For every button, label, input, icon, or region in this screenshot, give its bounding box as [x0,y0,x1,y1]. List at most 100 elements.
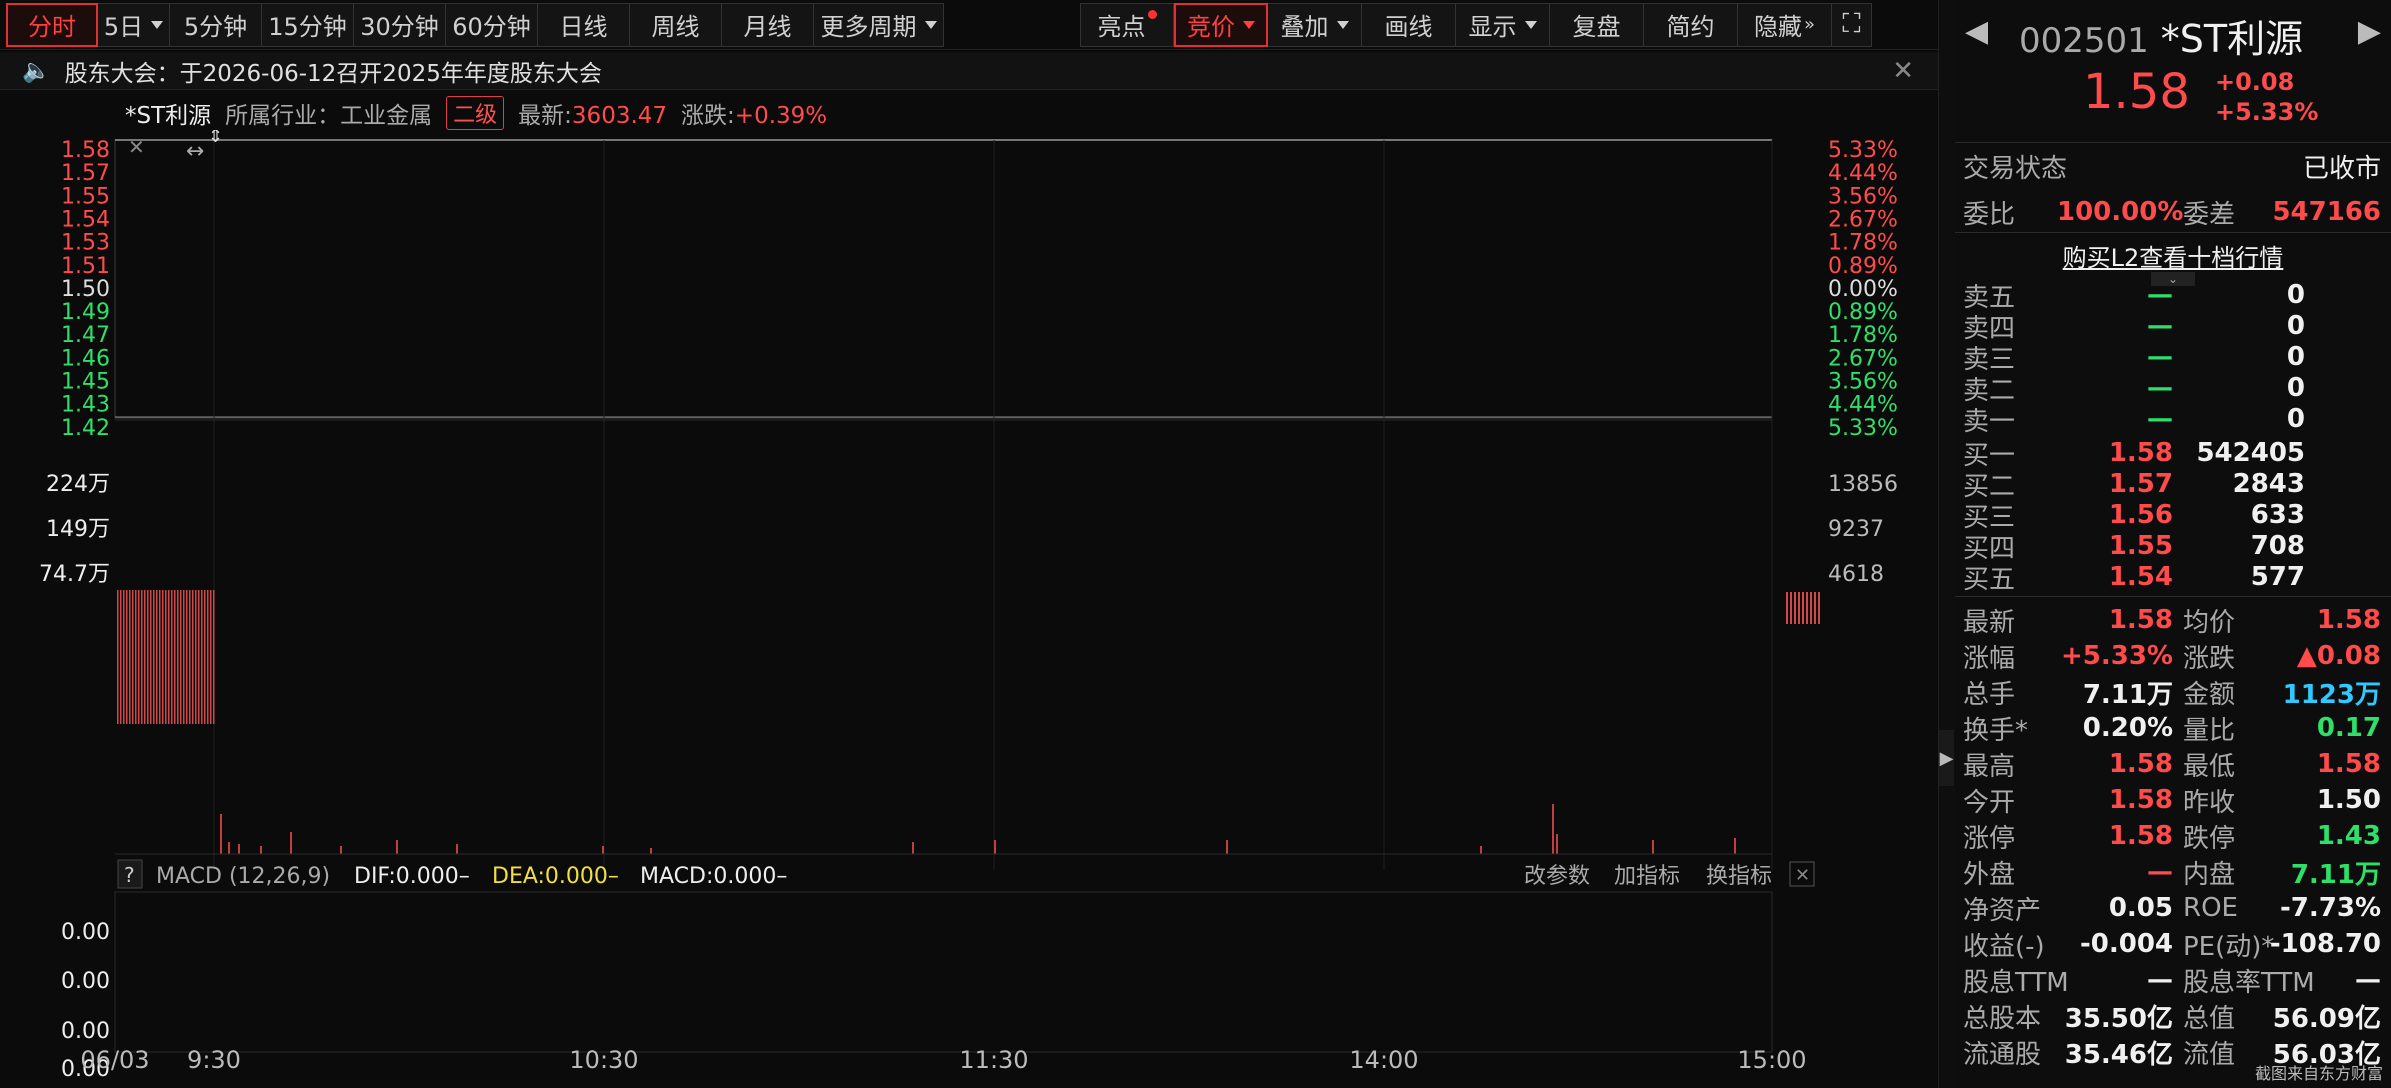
volume-bar [456,844,458,854]
hide-button[interactable]: 隐藏» [1738,2,1832,47]
weicha-value: 547166 [2272,197,2381,227]
auction-volume-bar [150,590,152,724]
stat-value: 7.11万 [2290,859,2381,890]
add-indicator-link[interactable]: 加指标 [1614,864,1680,889]
macd-params-link[interactable]: 改参数 [1524,864,1590,889]
volume-bar [650,848,652,854]
tab-label: 15分钟 [268,13,347,41]
tab-30min[interactable]: 30分钟 [354,2,446,47]
stat-label: 总股本 [1963,1003,2042,1034]
volume-tick-label: 224万 [46,472,110,497]
stat-row: 涨幅 +5.33% 涨跌 ▲0.08 [1955,640,2391,674]
macd-value: MACD:0.000– [640,864,787,889]
ask-row[interactable]: 卖一 — 0 [1955,404,2391,437]
chevron-down-icon [151,20,164,29]
bid-row[interactable]: 买五 1.54 577 [1955,562,2391,595]
price-tick-label: 1.47 [61,323,110,348]
divider [1955,142,2391,143]
stat-label: 最新 [1963,607,2016,638]
industry-value[interactable]: 工业金属 [340,103,432,129]
tab-5min[interactable]: 5分钟 [170,2,262,47]
ask-row[interactable]: 卖五 —0 [1955,280,2391,313]
tab-weekly[interactable]: 周线 [630,2,722,47]
ask-row[interactable]: 卖三 —0 [1955,342,2391,375]
l2-upgrade-link[interactable]: 购买L2查看十档行情 [1955,238,2391,273]
auction-volume-bar [180,590,182,724]
tab-60min[interactable]: 60分钟 [446,2,538,47]
macd-title[interactable]: MACD (12,26,9) [156,864,330,889]
next-stock-icon[interactable]: ▶ [2358,14,2381,49]
volume-axis-right: 13856 9237 4618 [1828,472,1898,587]
stat-label: 最高 [1963,751,2016,782]
bid-row[interactable]: 买四 1.55 708 [1955,531,2391,564]
stat-label: 涨停 [1963,823,2016,854]
ask-row[interactable]: 卖二 —0 [1955,373,2391,406]
stat-label: 股息TTM [1963,967,2069,998]
order-price: — [2147,311,2173,341]
time-axis: 06/03 9:30 10:30 11:30 14:00 15:00 [80,1046,1806,1074]
tab-label: 月线 [743,13,792,41]
stock-name: *ST利源 [2160,17,2304,61]
speaker-icon: 🔈 [22,58,51,84]
tab-intraday[interactable]: 分时 [6,2,98,47]
notification-dot [1147,10,1157,19]
change-label: 涨跌: [681,103,735,129]
bid-row[interactable]: 买二 1.57 2843 [1955,469,2391,502]
intraday-chart[interactable]: ✕ ↔ ⇕ 1.581.571.551.541.531.511.501.491.… [0,130,1938,1088]
order-price: 1.58 [2108,438,2173,468]
stat-value: 1.58 [2108,605,2173,635]
info-stock-name: *ST利源 [125,103,212,129]
chevron-down-icon [1524,20,1537,29]
tab-more-periods[interactable]: 更多周期 [814,2,944,47]
close-icon[interactable]: ✕ [1892,56,1914,86]
weibi-row: 委比 100.00% 委差 547166 [1955,196,2391,230]
display-button[interactable]: 显示 [1456,2,1550,47]
tab-label: 更多周期 [820,13,917,41]
draw-button[interactable]: 画线 [1362,2,1456,47]
tab-label: 60分钟 [452,13,531,41]
stat-value: 1.58 [2316,749,2381,779]
panel-splitter[interactable] [1938,0,1955,1088]
switch-indicator-link[interactable]: 换指标 [1706,864,1772,889]
chevron-down-icon [1243,20,1255,29]
auction-volume-bar [195,590,197,724]
resize-handle-icon[interactable]: ↔ [186,139,204,164]
stat-row: 最新 1.58 均价 1.58 [1955,604,2391,638]
time-tick-label: 06/03 [80,1046,149,1074]
tab-monthly[interactable]: 月线 [722,2,814,47]
replay-button[interactable]: 复盘 [1550,2,1644,47]
auction-button[interactable]: 竞价 [1174,2,1268,47]
stat-value: -108.70 [2269,929,2381,959]
crosshair-marker-icon[interactable]: ⇕ [208,130,223,147]
stat-row: 总手 7.11万 金额 1123万 [1955,676,2391,710]
trade-status-label: 交易状态 [1963,153,2068,184]
bid-row[interactable]: 买三 1.56 633 [1955,500,2391,533]
current-price: 1.58 [2083,64,2190,120]
price-tick-label: 1.57 [61,161,110,186]
stat-value: 1.50 [2316,785,2381,815]
order-price: — [2147,280,2173,310]
closing-auction-bar [1810,592,1812,624]
industry-level-badge[interactable]: 二级 [446,96,505,130]
overlay-button[interactable]: 叠加 [1268,2,1362,47]
macd-help-icon: ? [124,863,135,887]
prev-stock-icon[interactable]: ◀ [1965,14,1988,49]
bid-row[interactable]: 买一 1.58 542405 [1955,438,2391,471]
collapse-panel-icon[interactable]: ▶ [1939,730,1954,786]
stock-info-bar: *ST利源 所属行业：工业金属 二级 最新:3603.47 涨跌:+0.39% [125,96,827,130]
highlight-button[interactable]: 亮点 [1080,2,1174,47]
close-icon[interactable]: ✕ [128,135,145,159]
tab-15min[interactable]: 15分钟 [262,2,354,47]
time-tick-label: 15:00 [1737,1046,1806,1074]
simple-button[interactable]: 简约 [1644,2,1738,47]
price-tick-label: 1.50 [61,277,110,302]
ask-row[interactable]: 卖四 —0 [1955,311,2391,344]
fullscreen-button[interactable]: ⛶ [1832,2,1872,47]
price-change-pct: +5.33% [2215,98,2319,126]
notice-bar[interactable]: 🔈 股东大会：于2026-06-12召开2025年年度股东大会 ✕ [0,52,1938,90]
stat-row: 今开 1.58 昨收 1.50 [1955,784,2391,818]
volume-bar [1734,838,1736,854]
volume-tick-label: 4618 [1828,562,1884,587]
tab-5day[interactable]: 5日 [98,2,170,47]
tab-daily[interactable]: 日线 [538,2,630,47]
